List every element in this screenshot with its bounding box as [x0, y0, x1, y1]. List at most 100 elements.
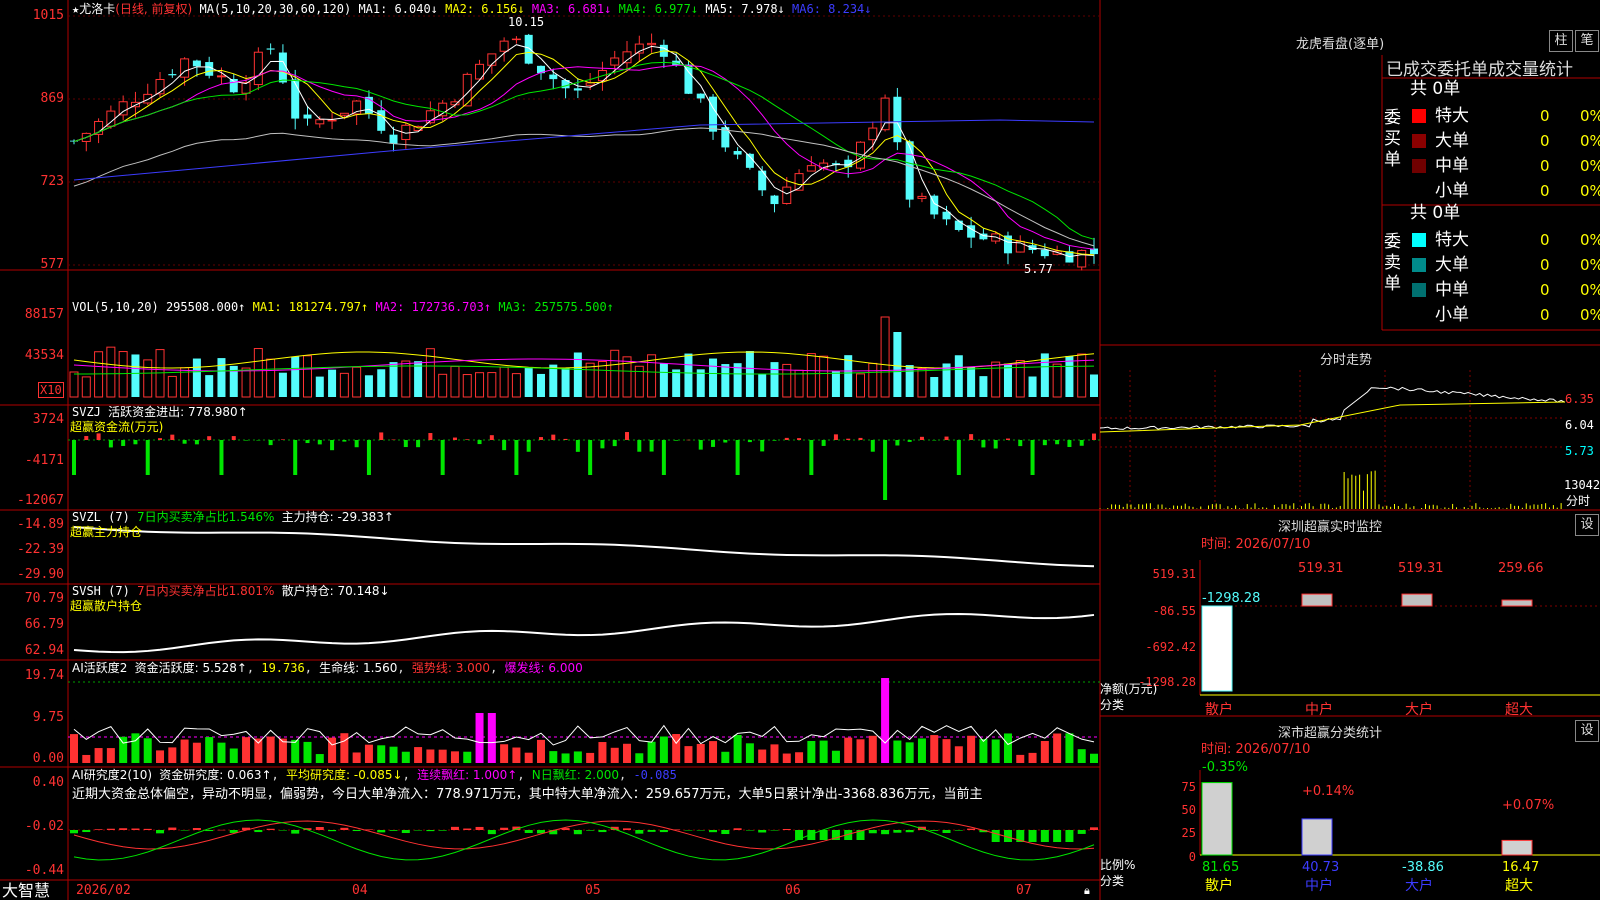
candle-body — [339, 112, 349, 116]
monitor-category: 超大 — [1505, 702, 1533, 718]
volume-bar — [192, 358, 201, 397]
money-flow-bar — [428, 433, 433, 440]
activity-bar — [967, 735, 976, 763]
activity-bar — [868, 735, 877, 763]
intraday-vol-label: 13042 — [1564, 478, 1600, 492]
money-flow-bar — [317, 440, 322, 445]
money-flow-bar — [465, 439, 470, 440]
order-count: 0 — [1540, 182, 1550, 200]
activity-bar — [254, 738, 263, 763]
money-flow-bar — [1079, 440, 1084, 446]
volume-bar — [979, 376, 988, 397]
research-bar — [905, 830, 914, 833]
lhb-title: 龙虎看盘(逐单) — [1296, 37, 1385, 52]
volume-bar — [782, 363, 792, 398]
volume-bar — [339, 372, 349, 398]
activity-bar — [721, 751, 730, 763]
vol-header: VOL(5,10,20) 295508.000↑ MA1: 181274.797… — [72, 300, 614, 314]
ai2-axis-label: -0.02 — [24, 819, 64, 834]
candle-body — [905, 141, 914, 200]
research-bar — [450, 826, 459, 830]
order-size-label: 特大 — [1435, 106, 1469, 126]
money-flow-bar — [723, 440, 728, 443]
ai2-comment: 近期大资金总体偏空，异动不明显，偏弱势，今日大单净流入：778.971万元，其中… — [72, 787, 983, 802]
activity-bar — [340, 733, 349, 763]
research-bar — [782, 828, 791, 830]
classify-settings-button[interactable]: 设 — [1575, 720, 1599, 742]
order-count: 0 — [1540, 256, 1550, 274]
activity-bar — [954, 746, 963, 763]
money-flow-bar — [158, 438, 163, 440]
research-bar — [475, 826, 484, 830]
activity-bar — [180, 739, 189, 763]
research-bar — [168, 827, 177, 830]
volume-bar — [967, 367, 976, 397]
column-view-button[interactable]: 柱 — [1549, 30, 1573, 52]
vol-unit-badge[interactable]: X10 — [38, 382, 64, 398]
monitor-time: 时间: 2026/07/10 — [1201, 537, 1311, 552]
volume-bar — [659, 363, 668, 397]
activity-bar — [573, 751, 582, 763]
activity-bar — [315, 754, 324, 763]
research-bar — [414, 830, 423, 831]
buy-total: 共 0单 — [1410, 79, 1461, 99]
money-flow-bar — [858, 437, 863, 440]
volume-bar — [672, 369, 681, 397]
vol-value: 295508.000↑ — [165, 300, 246, 314]
candle-body — [770, 195, 779, 205]
chart-mode[interactable]: (日线, 前复权) — [115, 2, 192, 16]
intraday-axis-label: 6.04 — [1565, 418, 1594, 432]
svzl-axis-label: -22.39 — [17, 542, 64, 557]
volume-bar — [549, 364, 558, 397]
volume-bar — [954, 355, 963, 397]
candle-body — [782, 186, 792, 204]
order-pct: 0% — [1580, 281, 1600, 299]
volume-bar — [524, 367, 533, 397]
money-flow-bar — [231, 436, 236, 440]
candle-body — [499, 40, 509, 52]
research-bar — [131, 828, 140, 830]
research-bar — [709, 830, 718, 833]
intraday-avg-line — [1099, 401, 1566, 433]
volume-bar — [217, 358, 226, 397]
activity-bar — [782, 753, 791, 763]
classify-bar — [1501, 839, 1533, 856]
volume-bar — [167, 375, 177, 398]
candle-body — [1003, 235, 1012, 254]
activity-bar — [512, 747, 521, 763]
classify-ylabel2: 分类 — [1100, 874, 1125, 888]
money-flow-bar — [612, 440, 617, 447]
money-flow-bar — [1092, 433, 1096, 440]
candle-body — [758, 170, 767, 191]
money-flow-bar — [575, 440, 580, 452]
ai1-lifeline: 生命线: 1.560 — [319, 661, 398, 675]
volume-bar — [1003, 363, 1012, 397]
svsh-text1: 7日内买卖净占比1.801% — [137, 584, 275, 598]
lock-icon[interactable]: 🔒︎ — [1084, 884, 1090, 898]
money-flow-bar — [489, 435, 494, 440]
research-bar — [328, 830, 337, 832]
activity-bar — [807, 740, 816, 763]
research-bar — [893, 830, 902, 833]
svzl-label: SVZL (7) — [72, 510, 130, 524]
order-count: 0 — [1540, 281, 1550, 299]
vol-label: VOL(5,10,20) — [72, 300, 159, 314]
money-flow-bar — [145, 440, 150, 475]
monitor-settings-button[interactable]: 设 — [1575, 514, 1599, 536]
research-bar — [942, 830, 951, 833]
research-bar — [745, 830, 754, 831]
activity-bar — [143, 738, 152, 763]
intraday-axis-label: 6.35 — [1565, 392, 1594, 406]
volume-bar — [831, 370, 840, 397]
activity-bar — [1065, 733, 1074, 763]
research-bar — [82, 830, 91, 833]
volume-bar — [315, 376, 324, 397]
tick-view-button[interactable]: 笔 — [1575, 30, 1599, 52]
kline-chart-area[interactable] — [0, 0, 1600, 900]
monitor-axis-label: 519.31 — [1152, 567, 1196, 581]
activity-bar — [610, 747, 619, 763]
svsh-line — [73, 612, 1095, 654]
money-flow-bar — [1055, 440, 1060, 445]
money-flow-bar — [637, 440, 642, 452]
ma4-value: MA4: 6.977↓ — [618, 2, 699, 16]
